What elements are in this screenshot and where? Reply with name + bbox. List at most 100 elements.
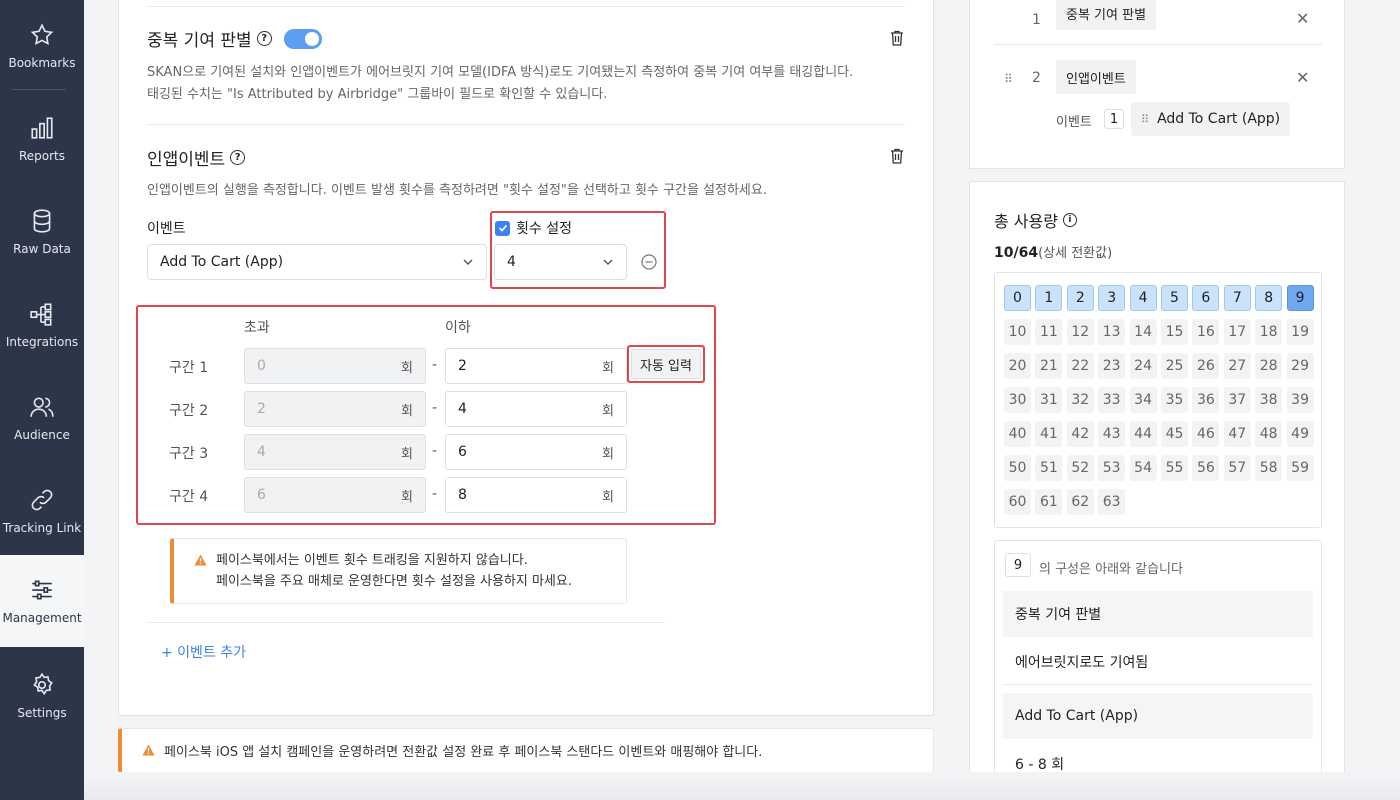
trash-icon[interactable] xyxy=(890,30,904,46)
range-to-input[interactable]: 4회 xyxy=(445,391,627,427)
help-icon[interactable]: ? xyxy=(230,150,246,165)
trash-icon[interactable] xyxy=(890,148,904,164)
conversion-value-cell[interactable]: 14 xyxy=(1129,319,1157,345)
dedup-toggle[interactable] xyxy=(283,28,322,49)
conversion-value-cell[interactable]: 53 xyxy=(1098,455,1126,481)
sidebar-item-raw-data[interactable]: Raw Data xyxy=(0,186,84,278)
drag-handle-icon[interactable]: ⠿ xyxy=(1004,72,1013,86)
conversion-value-cell[interactable]: 16 xyxy=(1192,319,1220,345)
count-select[interactable]: 4 xyxy=(494,244,627,280)
conversion-value-cell[interactable]: 27 xyxy=(1223,353,1251,379)
range-to-input[interactable]: 2회 xyxy=(445,348,627,384)
sidebar-item-settings[interactable]: Settings xyxy=(0,650,84,742)
conversion-value-cell[interactable]: 37 xyxy=(1223,387,1251,413)
range-from-input: 0회 xyxy=(244,348,426,384)
conversion-value-cell[interactable]: 31 xyxy=(1035,387,1063,413)
conversion-value-cell[interactable]: 3 xyxy=(1098,285,1126,311)
range-to-value: 8 xyxy=(458,487,467,503)
conversion-value-cell[interactable]: 42 xyxy=(1066,421,1094,447)
conversion-value-cell[interactable]: 2 xyxy=(1066,285,1094,311)
conversion-value-cell[interactable]: 48 xyxy=(1255,421,1283,447)
conversion-value-cell[interactable]: 30 xyxy=(1004,387,1031,413)
conversion-value-cell[interactable]: 28 xyxy=(1255,353,1283,379)
conversion-value-cell[interactable]: 19 xyxy=(1286,319,1314,345)
conversion-value-cell[interactable]: 17 xyxy=(1223,319,1251,345)
conversion-value-cell[interactable]: 40 xyxy=(1004,421,1031,447)
close-icon[interactable]: ✕ xyxy=(1296,9,1309,28)
checkbox-checked-icon xyxy=(495,220,510,236)
dedup-section-title: 중복 기여 판별 ? xyxy=(147,26,322,51)
conversion-value-cell[interactable]: 49 xyxy=(1286,421,1314,447)
close-icon[interactable]: ✕ xyxy=(1296,68,1309,87)
conversion-value-cell[interactable]: 4 xyxy=(1129,285,1157,311)
conversion-value-cell[interactable]: 15 xyxy=(1161,319,1188,345)
conversion-value-cell[interactable]: 18 xyxy=(1255,319,1283,345)
range-to-input[interactable]: 8회 xyxy=(445,477,627,513)
conversion-value-cell[interactable]: 35 xyxy=(1161,387,1188,413)
conversion-value-cell[interactable]: 56 xyxy=(1192,455,1220,481)
conversion-value-cell[interactable]: 25 xyxy=(1161,353,1188,379)
conversion-value-cell[interactable]: 44 xyxy=(1129,421,1157,447)
auto-fill-button[interactable]: 자동 입력 xyxy=(631,349,701,379)
conversion-value-cell[interactable]: 7 xyxy=(1223,285,1251,311)
sidebar-item-reports[interactable]: Reports xyxy=(0,93,84,185)
conversion-value-cell[interactable]: 0 xyxy=(1004,285,1031,311)
conversion-value-cell[interactable]: 8 xyxy=(1255,285,1283,311)
range-to-input[interactable]: 6회 xyxy=(445,434,627,470)
conversion-value-cell[interactable]: 34 xyxy=(1129,387,1157,413)
conversion-value-cell[interactable]: 10 xyxy=(1004,319,1031,345)
conversion-value-cell[interactable]: 11 xyxy=(1035,319,1063,345)
conversion-value-cell[interactable]: 41 xyxy=(1035,421,1063,447)
conversion-value-cell[interactable]: 33 xyxy=(1098,387,1126,413)
composition-head-text: 중복 기여 판별 xyxy=(1015,607,1102,623)
conversion-value-cell[interactable]: 20 xyxy=(1004,353,1031,379)
unit-label: 회 xyxy=(602,489,614,505)
info-icon[interactable]: i xyxy=(1062,213,1077,227)
conversion-value-cell[interactable]: 32 xyxy=(1066,387,1094,413)
conversion-value-cell[interactable]: 21 xyxy=(1035,353,1063,379)
conversion-value-cell[interactable]: 1 xyxy=(1035,285,1063,311)
remove-circle-icon[interactable] xyxy=(641,254,657,270)
event-select[interactable]: Add To Cart (App) xyxy=(147,244,487,280)
event-select-value: Add To Cart (App) xyxy=(160,254,284,270)
help-icon[interactable]: ? xyxy=(256,31,272,46)
conversion-value-cell[interactable]: 58 xyxy=(1255,455,1283,481)
sidebar-item-bookmarks[interactable]: Bookmarks xyxy=(0,0,84,92)
conversion-value-cell[interactable]: 60 xyxy=(1004,489,1031,515)
conversion-value-cell[interactable]: 29 xyxy=(1286,353,1314,379)
conversion-value-cell[interactable]: 43 xyxy=(1098,421,1126,447)
sidebar-item-tracking-link[interactable]: Tracking Link xyxy=(0,465,84,557)
conversion-value-cell[interactable]: 47 xyxy=(1223,421,1251,447)
conversion-value-cell[interactable]: 9 xyxy=(1286,285,1314,311)
conversion-value-cell[interactable]: 62 xyxy=(1066,489,1094,515)
conversion-value-cell[interactable]: 13 xyxy=(1098,319,1126,345)
conversion-value-cell[interactable]: 55 xyxy=(1161,455,1188,481)
conversion-value-cell[interactable]: 5 xyxy=(1161,285,1188,311)
range-dash: - xyxy=(432,400,438,416)
conversion-value-cell[interactable]: 52 xyxy=(1066,455,1094,481)
conversion-value-cell[interactable]: 50 xyxy=(1004,455,1031,481)
conversion-value-cell[interactable]: 6 xyxy=(1192,285,1220,311)
conversion-value-cell[interactable]: 24 xyxy=(1129,353,1157,379)
sidebar-item-management[interactable]: Management xyxy=(0,555,84,647)
conversion-value-cell[interactable]: 26 xyxy=(1192,353,1220,379)
conversion-value-cell[interactable]: 57 xyxy=(1223,455,1251,481)
conversion-value-cell[interactable]: 46 xyxy=(1192,421,1220,447)
conversion-value-cell[interactable]: 36 xyxy=(1192,387,1220,413)
conversion-value-cell[interactable]: 61 xyxy=(1035,489,1063,515)
conversion-value-cell[interactable]: 38 xyxy=(1255,387,1283,413)
conversion-value-cell[interactable]: 59 xyxy=(1286,455,1314,481)
conversion-value-cell[interactable]: 39 xyxy=(1286,387,1314,413)
conversion-value-cell[interactable]: 12 xyxy=(1066,319,1094,345)
conversion-value-cell[interactable]: 22 xyxy=(1066,353,1094,379)
drag-handle-icon[interactable]: ⠿ xyxy=(1141,113,1149,126)
conversion-value-cell[interactable]: 54 xyxy=(1129,455,1157,481)
conversion-value-cell[interactable]: 45 xyxy=(1161,421,1188,447)
sidebar-item-audience[interactable]: Audience xyxy=(0,372,84,464)
conversion-value-cell[interactable]: 63 xyxy=(1098,489,1126,515)
conversion-value-cell[interactable]: 51 xyxy=(1035,455,1063,481)
count-setting-checkbox[interactable]: 횟수 설정 xyxy=(495,218,572,238)
conversion-value-cell[interactable]: 23 xyxy=(1098,353,1126,379)
add-event-link[interactable]: + 이벤트 추가 xyxy=(161,642,246,662)
sidebar-item-integrations[interactable]: Integrations xyxy=(0,279,84,371)
